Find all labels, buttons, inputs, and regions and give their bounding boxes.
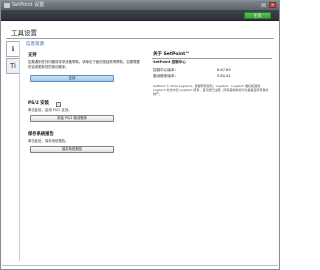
legal-text: SetPoint © 2014 Logitech。保留所有权利。Logitech… bbox=[153, 84, 269, 96]
ribbon-bar: 主页 bbox=[1, 10, 279, 21]
control-center-version-value: 6.67.83 bbox=[217, 68, 231, 72]
support-label: 支持 bbox=[28, 53, 37, 58]
support-description: 如果遇到任何问题请寻求设备帮助。请单击下面的按钮获得帮助。如果需要的话请更新您的… bbox=[28, 60, 140, 69]
about-product: SetPoint 控制中心 bbox=[153, 60, 186, 64]
save-report-button[interactable]: 保存系统报告 bbox=[30, 146, 114, 153]
minimize-icon[interactable]: – bbox=[260, 2, 267, 8]
driver-version-value: 5.80.41 bbox=[217, 74, 231, 78]
title-divider bbox=[6, 38, 274, 39]
control-center-version-label: 控制中心版本： bbox=[153, 68, 179, 72]
support-button[interactable]: 支持 bbox=[30, 75, 114, 82]
setpoint-window: SetPoint 设置 – × 主页 工具设置 ℹ Ti 信息资源 支持 如果遇… bbox=[0, 0, 280, 270]
home-button[interactable]: 主页 bbox=[244, 12, 271, 19]
about-divider bbox=[152, 58, 272, 59]
report-description: 单击此处，保存系统报告。 bbox=[28, 139, 69, 143]
side-tabs: ℹ Ti bbox=[6, 41, 20, 75]
app-logo-icon bbox=[4, 3, 10, 8]
side-divider bbox=[19, 41, 20, 261]
content-area: 工具设置 ℹ Ti 信息资源 支持 如果遇到任何问题请寻求设备帮助。请单击下面的… bbox=[2, 22, 278, 269]
close-icon[interactable]: × bbox=[269, 2, 276, 8]
section-title: 信息资源 bbox=[26, 42, 44, 47]
window-title: SetPoint 设置 bbox=[12, 2, 45, 8]
driver-version-label: 驱动程序版本： bbox=[153, 74, 179, 78]
ps2-checkbox[interactable] bbox=[56, 102, 61, 107]
window-controls: – × bbox=[260, 2, 276, 8]
ps2-label: PS/2 安装 bbox=[28, 101, 49, 106]
info-tab-icon[interactable]: ℹ bbox=[6, 41, 20, 57]
report-label: 保存系统报告 bbox=[28, 132, 54, 137]
tools-tab-icon[interactable]: Ti bbox=[6, 58, 20, 74]
title-bar[interactable]: SetPoint 设置 – × bbox=[1, 1, 279, 10]
page-title: 工具设置 bbox=[11, 29, 37, 37]
install-ps2-button[interactable]: 安装 PS/2 驱动程序 bbox=[30, 115, 114, 122]
ps2-description: 单击此处，启用 PS/2 支持。 bbox=[28, 108, 72, 112]
bottom-divider bbox=[2, 265, 278, 266]
